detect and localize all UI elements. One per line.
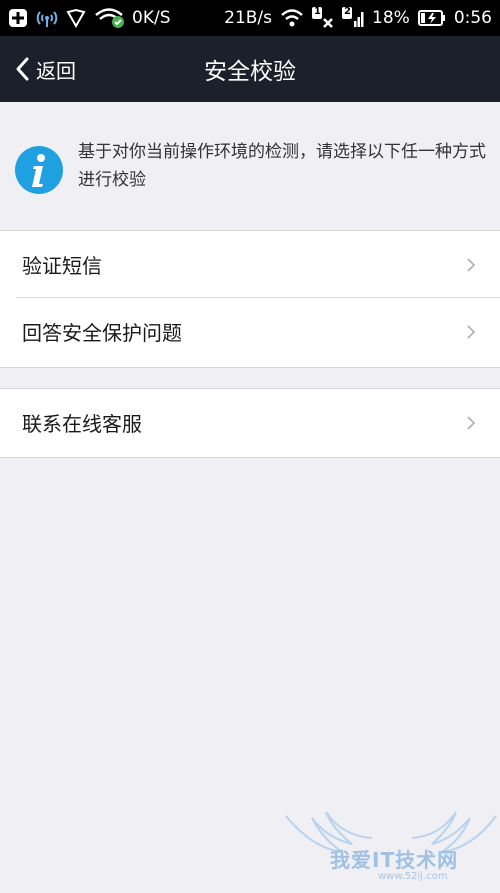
watermark-text: 我爱IT技术网 [330,848,459,872]
wifi-check-icon [94,7,124,29]
watermark: 我爱IT技术网 www.52ij.com [282,808,500,889]
chevron-right-icon [467,325,476,339]
status-left: 0K/S [8,7,170,29]
option-security-question[interactable]: 回答安全保护问题 [0,298,500,365]
info-icon [15,146,63,194]
chevron-left-icon [14,56,30,82]
back-label: 返回 [36,58,76,83]
nav-bar: 返回 安全校验 [0,36,500,102]
network-speed-mid: 21B/s [224,8,273,28]
vpn-shield-icon [66,8,86,28]
option-label: 联系在线客服 [22,412,142,436]
battery-percent: 18% [372,8,410,28]
sim1-label: 1 [314,6,321,17]
info-hint: 基于对你当前操作环境的检测，请选择以下任一种方式进行校验 [0,128,500,204]
status-bar: 0K/S 21B/s 1 2 18% 0:56 [0,0,500,36]
option-sms-verification[interactable]: 验证短信 [0,231,500,298]
battery-charging-icon [417,9,446,27]
sim1-no-signal-icon: 1 [312,6,334,29]
hotspot-icon [36,8,58,28]
chevron-right-icon [467,416,476,430]
verification-options-group: 验证短信 回答安全保护问题 [0,230,500,368]
back-button[interactable]: 返回 [14,36,76,102]
plus-notification-icon [8,8,28,28]
info-text: 基于对你当前操作环境的检测，请选择以下任一种方式进行校验 [78,142,486,190]
chevron-right-icon [467,258,476,272]
network-speed-left: 0K/S [132,8,171,28]
support-options-group: 联系在线客服 [0,388,500,458]
wifi-signal-icon [280,8,304,28]
clock: 0:56 [453,8,492,28]
option-label: 回答安全保护问题 [22,321,182,345]
watermark-url: www.52ij.com [378,871,448,882]
sim2-signal-icon: 2 [342,6,364,29]
status-right: 21B/s 1 2 18% 0:56 [224,6,492,29]
option-label: 验证短信 [22,254,102,278]
sim2-label: 2 [344,6,351,17]
option-online-support[interactable]: 联系在线客服 [0,389,500,456]
